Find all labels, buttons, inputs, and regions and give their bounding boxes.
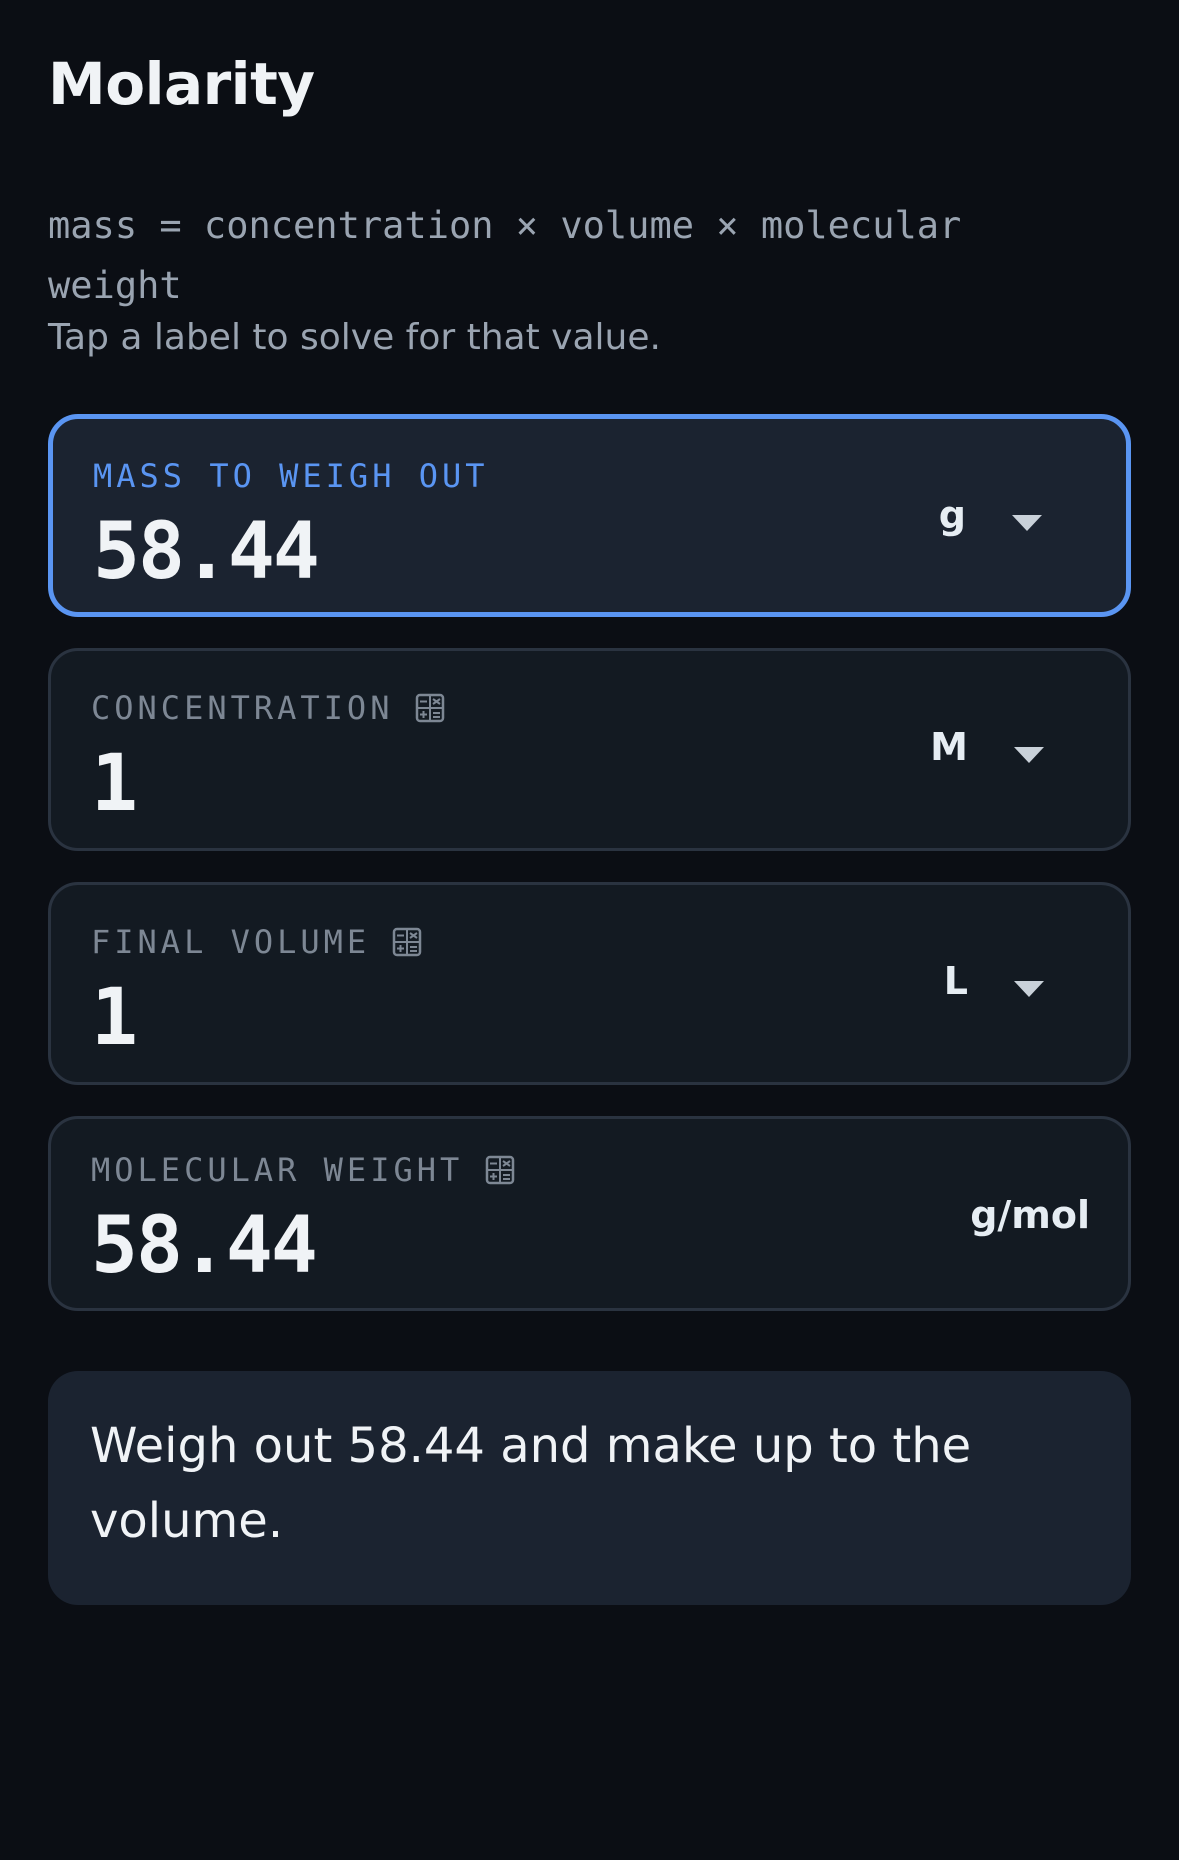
concentration-unit-select[interactable]: M	[930, 725, 968, 769]
volume-unit-select[interactable]: L	[944, 959, 968, 1003]
result-text: Weigh out 58.44 and make up to the volum…	[90, 1418, 972, 1549]
hint-text: Tap a label to solve for that value.	[48, 317, 661, 358]
calculator-icon[interactable]	[415, 693, 445, 723]
molecular-weight-label-row[interactable]: MOLECULAR WEIGHT	[91, 1151, 515, 1189]
volume-label-row[interactable]: FINAL VOLUME	[91, 923, 422, 961]
calculator-icon[interactable]	[485, 1155, 515, 1185]
chevron-down-icon[interactable]	[1014, 981, 1044, 997]
mass-field-card[interactable]: MASS TO WEIGH OUT 58.44 g	[48, 414, 1131, 617]
mass-value-input[interactable]: 58.44	[93, 507, 320, 597]
concentration-value-input[interactable]: 1	[91, 739, 138, 829]
concentration-label[interactable]: CONCENTRATION	[91, 689, 393, 727]
molecular-weight-value-input[interactable]: 58.44	[91, 1201, 318, 1291]
chevron-down-icon[interactable]	[1012, 515, 1042, 531]
chevron-down-icon[interactable]	[1014, 747, 1044, 763]
formula-text: mass = concentration × volume × molecula…	[48, 204, 962, 307]
volume-field-card[interactable]: FINAL VOLUME 1 L	[48, 882, 1131, 1085]
calculator-icon[interactable]	[392, 927, 422, 957]
molecular-weight-unit: g/mol	[970, 1193, 1090, 1237]
concentration-label-row[interactable]: CONCENTRATION	[91, 689, 445, 727]
mass-label[interactable]: MASS TO WEIGH OUT	[93, 457, 489, 495]
concentration-field-card[interactable]: CONCENTRATION 1 M	[48, 648, 1131, 851]
mass-unit-select[interactable]: g	[939, 493, 966, 537]
molecular-weight-label[interactable]: MOLECULAR WEIGHT	[91, 1151, 463, 1189]
molecular-weight-field-card[interactable]: MOLECULAR WEIGHT 58.44 g/mol	[48, 1116, 1131, 1311]
volume-label[interactable]: FINAL VOLUME	[91, 923, 370, 961]
page-title: Molarity	[48, 50, 315, 118]
volume-value-input[interactable]: 1	[91, 973, 138, 1063]
result-panel: Weigh out 58.44 and make up to the volum…	[48, 1371, 1131, 1605]
